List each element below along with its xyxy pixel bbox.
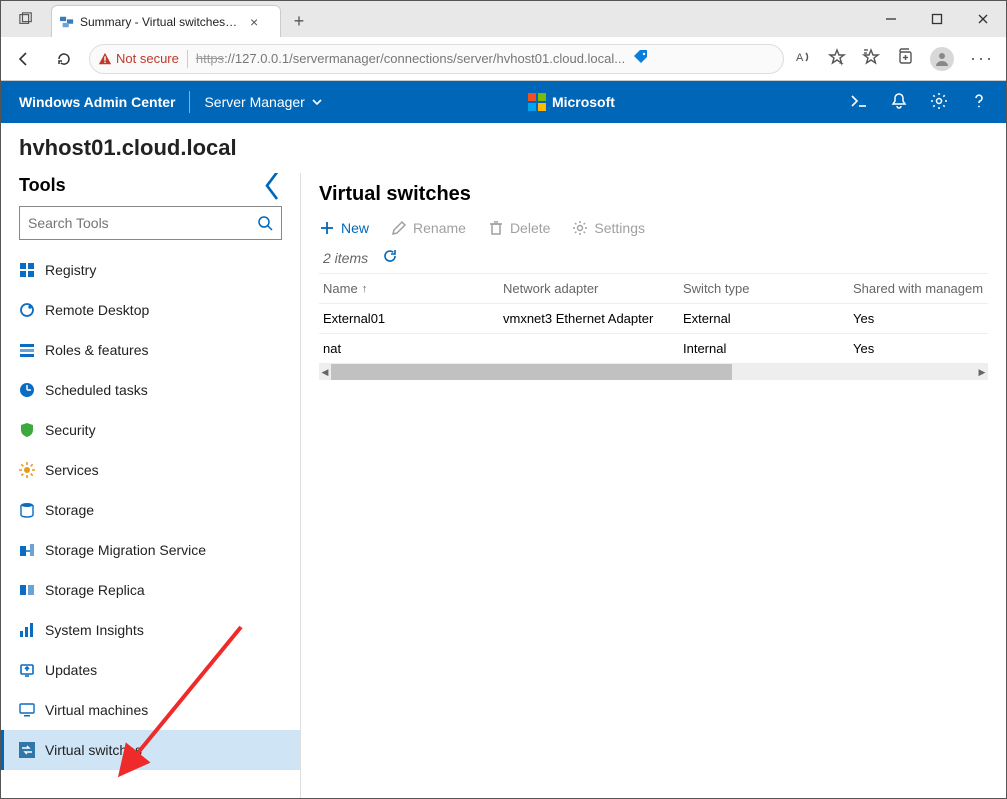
col-header-type[interactable]: Switch type bbox=[683, 281, 853, 296]
address-bar: Not secure https://127.0.0.1/servermanag… bbox=[1, 37, 1006, 81]
notifications-icon[interactable] bbox=[890, 92, 908, 113]
host-title: hvhost01.cloud.local bbox=[1, 123, 1006, 173]
tools-sidebar: Tools Registry Remote Desktop Roles & fe… bbox=[1, 173, 301, 798]
settings-button[interactable]: Settings bbox=[572, 220, 645, 236]
sidebar-item-services[interactable]: Services bbox=[1, 450, 300, 490]
url-text: https://127.0.0.1/servermanager/connecti… bbox=[196, 51, 625, 66]
svg-text:+: + bbox=[839, 59, 844, 66]
grid-header-row[interactable]: Name↑ Network adapter Switch type Shared… bbox=[319, 274, 988, 304]
col-header-network[interactable]: Network adapter bbox=[503, 281, 683, 296]
shopping-tag-icon[interactable] bbox=[633, 49, 649, 68]
close-tab-button[interactable]: × bbox=[246, 14, 262, 30]
sidebar-title: Tools bbox=[19, 175, 66, 196]
sort-asc-icon: ↑ bbox=[362, 283, 368, 295]
roles-features-icon bbox=[19, 342, 35, 358]
profile-avatar[interactable] bbox=[930, 47, 954, 71]
window-titlebar: Summary - Virtual switches - Ser × + bbox=[1, 1, 1006, 37]
sidebar-item-storage-replica[interactable]: Storage Replica bbox=[1, 570, 300, 610]
pencil-icon bbox=[391, 220, 407, 236]
collections-icon[interactable] bbox=[896, 48, 914, 69]
url-box[interactable]: Not secure https://127.0.0.1/servermanag… bbox=[89, 44, 784, 74]
wac-header: Windows Admin Center Server Manager Micr… bbox=[1, 81, 1006, 123]
scroll-left-icon[interactable]: ◀ bbox=[319, 367, 331, 378]
read-aloud-icon[interactable]: A bbox=[794, 48, 812, 69]
system-insights-icon bbox=[19, 622, 35, 638]
services-icon bbox=[19, 462, 35, 478]
storage-replica-icon bbox=[19, 582, 35, 598]
storage-icon bbox=[19, 502, 35, 518]
not-secure-warning: Not secure bbox=[98, 51, 179, 66]
sidebar-item-roles-features[interactable]: Roles & features bbox=[1, 330, 300, 370]
sidebar-item-security[interactable]: Security bbox=[1, 410, 300, 450]
sidebar-item-virtual-switches[interactable]: Virtual switches bbox=[1, 730, 300, 770]
grid-row[interactable]: nat Internal Yes bbox=[319, 334, 988, 364]
browser-tab[interactable]: Summary - Virtual switches - Ser × bbox=[51, 5, 281, 37]
search-icon bbox=[257, 215, 273, 231]
trash-icon bbox=[488, 220, 504, 236]
favorite-icon[interactable]: + bbox=[828, 48, 846, 69]
collapse-sidebar-button[interactable] bbox=[262, 176, 282, 196]
delete-button[interactable]: Delete bbox=[488, 220, 550, 236]
settings-icon[interactable] bbox=[930, 92, 948, 113]
window-close-button[interactable] bbox=[960, 1, 1006, 37]
page-heading: Virtual switches bbox=[319, 183, 988, 206]
new-tab-button[interactable]: + bbox=[285, 7, 313, 35]
scroll-right-icon[interactable]: ▶ bbox=[976, 367, 988, 378]
col-header-name[interactable]: Name↑ bbox=[323, 281, 503, 296]
virtual-switches-icon bbox=[19, 742, 35, 758]
chevron-down-icon bbox=[311, 96, 323, 108]
sidebar-item-storage-migration[interactable]: Storage Migration Service bbox=[1, 530, 300, 570]
tool-list[interactable]: Registry Remote Desktop Roles & features… bbox=[1, 250, 300, 798]
command-bar: New Rename Delete Settings bbox=[319, 220, 988, 236]
sidebar-item-remote-desktop[interactable]: Remote Desktop bbox=[1, 290, 300, 330]
switch-grid: Name↑ Network adapter Switch type Shared… bbox=[319, 273, 988, 380]
storage-migration-icon bbox=[19, 542, 35, 558]
tab-title: Summary - Virtual switches - Ser bbox=[80, 15, 240, 29]
microsoft-logo: Microsoft bbox=[528, 93, 615, 111]
sidebar-item-storage[interactable]: Storage bbox=[1, 490, 300, 530]
maximize-button[interactable] bbox=[914, 1, 960, 37]
brand-label[interactable]: Windows Admin Center bbox=[19, 94, 175, 110]
rename-button[interactable]: Rename bbox=[391, 220, 466, 236]
back-button[interactable] bbox=[9, 44, 39, 74]
item-count-label: 2 items bbox=[323, 250, 368, 266]
minimize-button[interactable] bbox=[868, 1, 914, 37]
help-icon[interactable] bbox=[970, 92, 988, 113]
refresh-grid-button[interactable] bbox=[382, 248, 398, 267]
virtual-machines-icon bbox=[19, 702, 35, 718]
registry-icon bbox=[19, 262, 35, 278]
col-header-shared[interactable]: Shared with managem bbox=[853, 281, 988, 296]
gear-icon bbox=[572, 220, 588, 236]
refresh-button[interactable] bbox=[49, 44, 79, 74]
grid-row[interactable]: External01 vmxnet3 Ethernet Adapter Exte… bbox=[319, 304, 988, 334]
sidebar-item-virtual-machines[interactable]: Virtual machines bbox=[1, 690, 300, 730]
updates-icon bbox=[19, 662, 35, 678]
context-selector[interactable]: Server Manager bbox=[204, 94, 322, 110]
remote-desktop-icon bbox=[19, 302, 35, 318]
powershell-icon[interactable] bbox=[850, 92, 868, 113]
main-content: Virtual switches New Rename Delete Setti… bbox=[301, 173, 1006, 798]
favorites-bar-icon[interactable] bbox=[862, 48, 880, 69]
tab-actions-icon[interactable] bbox=[1, 1, 51, 37]
svg-text:A: A bbox=[796, 52, 804, 64]
sidebar-item-scheduled-tasks[interactable]: Scheduled tasks bbox=[1, 370, 300, 410]
horizontal-scrollbar[interactable]: ◀▶ bbox=[319, 364, 988, 380]
search-tools-input[interactable] bbox=[19, 206, 282, 240]
browser-menu-button[interactable]: ··· bbox=[970, 48, 994, 69]
new-button[interactable]: New bbox=[319, 220, 369, 236]
security-icon bbox=[19, 422, 35, 438]
favicon-icon bbox=[60, 15, 74, 29]
scheduled-tasks-icon bbox=[19, 382, 35, 398]
scroll-thumb[interactable] bbox=[331, 364, 732, 380]
sidebar-item-updates[interactable]: Updates bbox=[1, 650, 300, 690]
sidebar-item-system-insights[interactable]: System Insights bbox=[1, 610, 300, 650]
sidebar-item-registry[interactable]: Registry bbox=[1, 250, 300, 290]
